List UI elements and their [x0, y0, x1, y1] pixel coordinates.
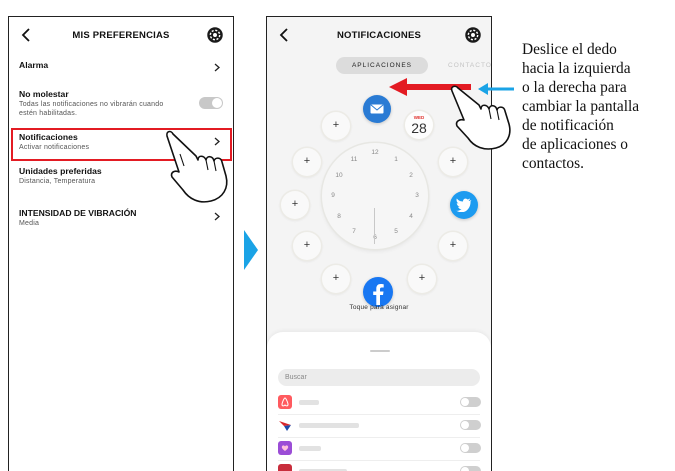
app-notification-toggle[interactable] — [460, 420, 481, 430]
instruction-line: cambiar la pantalla — [522, 98, 640, 115]
twitter-app-slot[interactable] — [450, 191, 478, 219]
pref-item-title: Alarma — [19, 60, 49, 70]
clock-number: 3 — [415, 192, 419, 199]
clock-number: 4 — [409, 213, 413, 220]
list-item — [267, 464, 491, 471]
divider — [278, 414, 480, 415]
instruction-line: o la derecha para — [522, 79, 627, 96]
clock-number: 9 — [331, 192, 335, 199]
app-notification-toggle[interactable] — [460, 443, 481, 453]
instruction-line: contactos. — [522, 155, 584, 172]
add-app-slot[interactable]: + — [281, 191, 309, 219]
instruction-line: de notificación — [522, 117, 614, 134]
clock-number: 8 — [337, 213, 341, 220]
list-item — [267, 395, 491, 415]
instruction-line: de aplicaciones o — [522, 136, 628, 153]
watch-face: 12 1 2 3 4 5 6 7 8 9 10 11 — [322, 143, 428, 249]
instruction-text: Deslice el dedo hacia la izquierda o la … — [522, 40, 675, 173]
add-app-slot[interactable]: + — [322, 112, 350, 140]
page-title: MIS PREFERENCIAS — [72, 30, 170, 41]
list-item — [267, 441, 491, 461]
tab-contacts[interactable]: CONTACTOS — [448, 57, 491, 74]
clock-number: 1 — [394, 156, 398, 163]
app-list-sheet: Buscar — [267, 332, 491, 471]
preferences-screen: MIS PREFERENCIAS Alarma No molestar Toda… — [8, 16, 234, 471]
next-step-arrow-icon — [244, 230, 258, 270]
search-input[interactable]: Buscar — [278, 369, 480, 386]
pref-item-vibration-intensity[interactable]: INTENSIDAD DE VIBRACIÓN Media — [9, 208, 233, 228]
tap-hand-icon — [166, 130, 228, 203]
instruction-line: Deslice el dedo — [522, 41, 617, 58]
add-app-slot[interactable]: + — [293, 232, 321, 260]
divider — [278, 460, 480, 461]
airline-app-icon — [278, 418, 292, 432]
clock-number: 2 — [409, 172, 413, 179]
pref-item-subtitle: estén habilitadas. — [19, 110, 78, 117]
assign-hint: Toque para asignar — [349, 304, 409, 311]
add-app-slot[interactable]: + — [293, 148, 321, 176]
swipe-hand-icon — [450, 85, 511, 150]
do-not-disturb-toggle[interactable] — [199, 97, 223, 109]
divider — [278, 437, 480, 438]
app-name-placeholder — [299, 446, 321, 451]
app-name-placeholder — [299, 400, 319, 405]
app-notification-toggle[interactable] — [460, 466, 481, 471]
gear-icon[interactable] — [206, 26, 224, 44]
app-notification-toggle[interactable] — [460, 397, 481, 407]
clock-number: 12 — [371, 149, 379, 156]
facebook-app-slot[interactable] — [363, 277, 393, 307]
notifications-header: NOTIFICACIONES — [267, 17, 491, 55]
instruction-line: hacia la izquierda — [522, 60, 631, 77]
calendar-app-slot[interactable]: WED 28 — [405, 111, 433, 139]
list-item — [267, 418, 491, 438]
chevron-right-icon — [214, 212, 220, 221]
app-icon-4 — [278, 464, 292, 471]
page-title: NOTIFICACIONES — [336, 30, 422, 41]
mail-icon — [370, 104, 384, 114]
add-app-slot[interactable]: + — [322, 265, 350, 293]
facebook-icon — [373, 284, 384, 305]
chevron-right-icon — [214, 63, 220, 72]
tab-applications[interactable]: APLICACIONES — [336, 57, 428, 74]
calendar-day: 28 — [411, 120, 427, 136]
app-name-placeholder — [299, 423, 359, 428]
add-app-slot[interactable]: + — [408, 265, 436, 293]
clock-number: 7 — [352, 228, 356, 235]
pref-item-subtitle: Media — [19, 220, 40, 227]
pref-item-alarm[interactable]: Alarma — [9, 60, 233, 71]
preferences-header: MIS PREFERENCIAS — [9, 17, 233, 55]
mail-app-slot[interactable] — [363, 95, 391, 123]
app-icon-3 — [278, 441, 292, 455]
clock-number: 5 — [394, 228, 398, 235]
sheet-grabber[interactable] — [370, 350, 390, 352]
pref-item-title: INTENSIDAD DE VIBRACIÓN — [19, 208, 137, 218]
airbnb-app-icon — [278, 395, 292, 409]
clock-number: 10 — [335, 172, 343, 179]
clock-number: 11 — [350, 156, 358, 163]
clock-hand — [374, 208, 376, 244]
twitter-bird-icon — [456, 198, 472, 212]
add-app-slot[interactable]: + — [439, 232, 467, 260]
gear-icon[interactable] — [464, 26, 482, 44]
